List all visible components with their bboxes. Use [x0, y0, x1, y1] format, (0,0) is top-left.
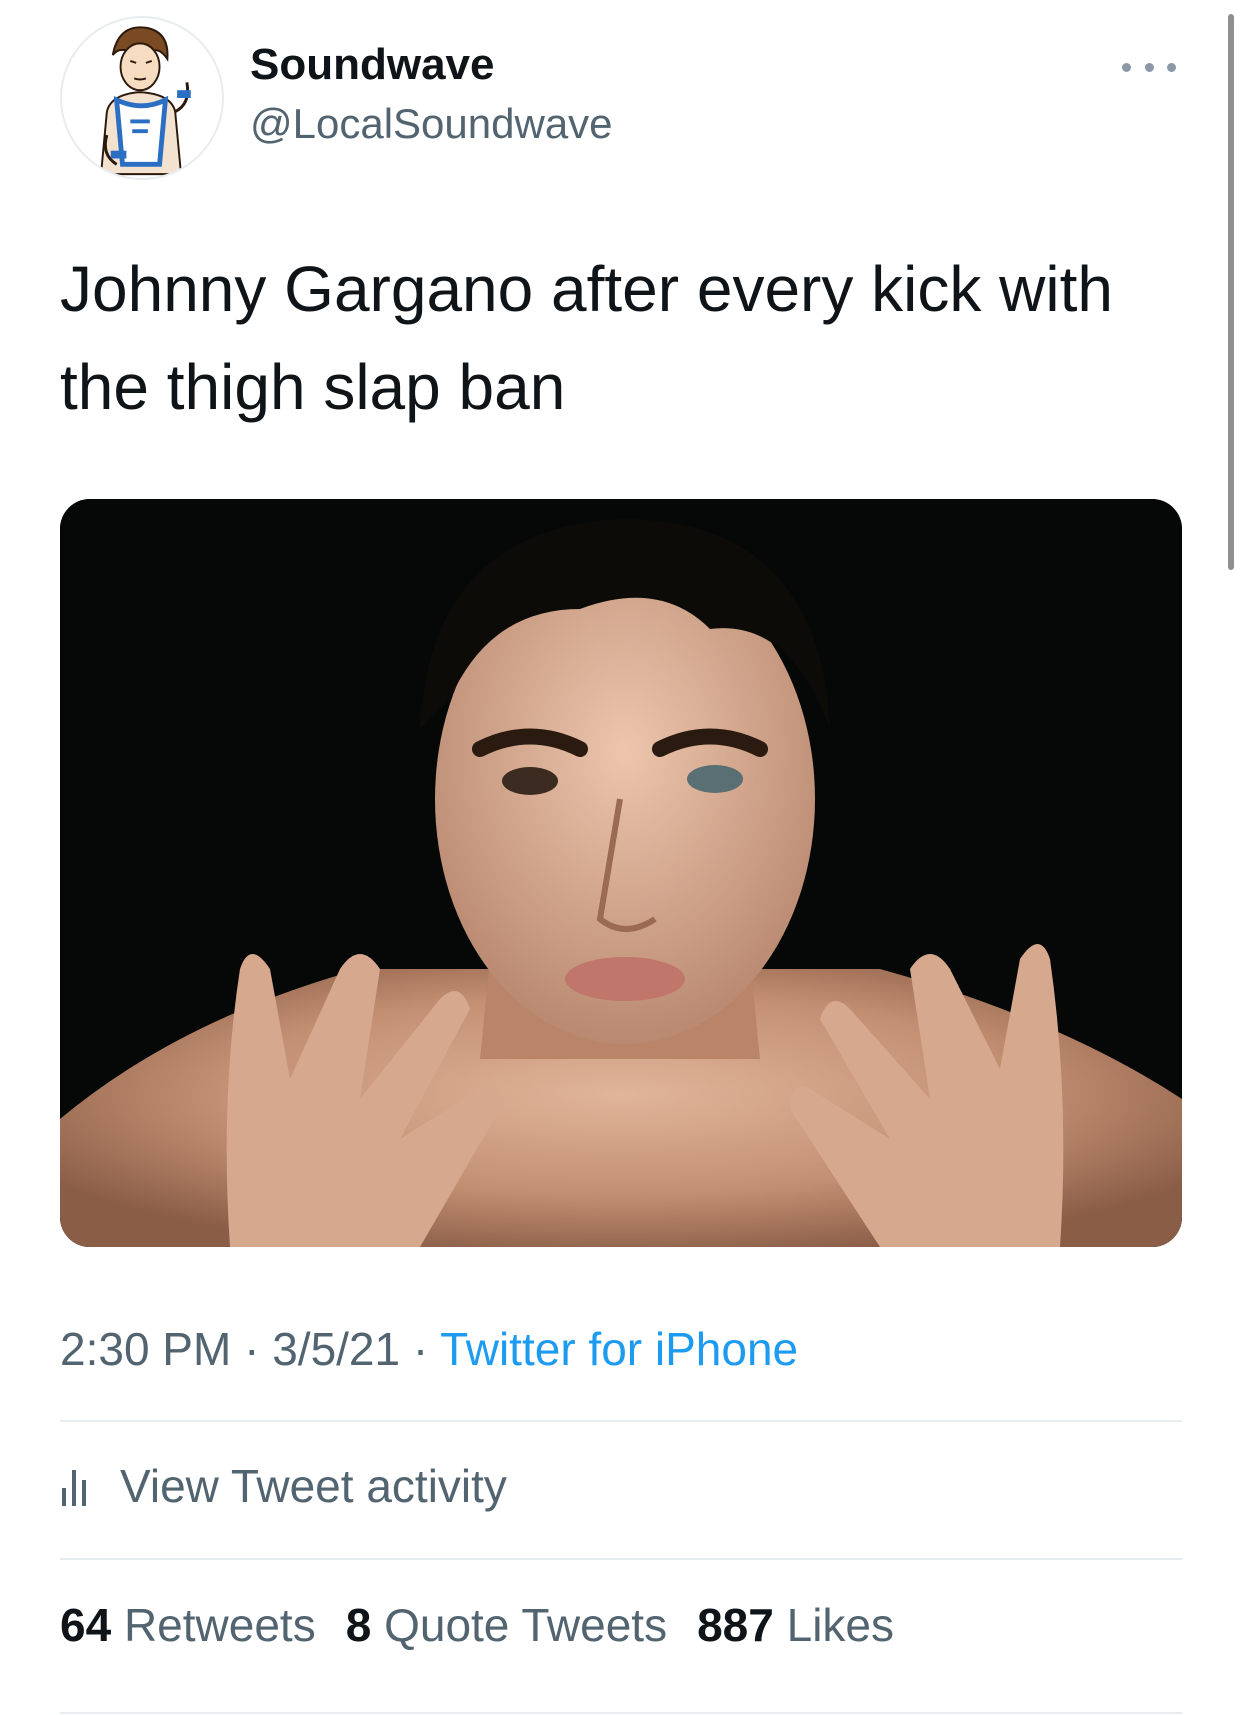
divider — [60, 1712, 1182, 1714]
display-name[interactable]: Soundwave — [250, 40, 495, 90]
retweets-label: Retweets — [123, 1599, 316, 1651]
shirtless-man-reaching-hands-photo-icon — [60, 499, 1182, 1247]
retweets-count: 64 — [60, 1599, 112, 1651]
retweets-stat[interactable]: 64 Retweets — [60, 1598, 316, 1652]
user-handle[interactable]: @LocalSoundwave — [250, 100, 613, 148]
tweet-date: 3/5/21 — [272, 1323, 401, 1375]
scrollbar[interactable] — [1228, 14, 1234, 570]
separator: · — [244, 1323, 260, 1375]
tweet-stats: 64 Retweets 8 Quote Tweets 887 Likes — [60, 1598, 894, 1652]
likes-count: 887 — [697, 1599, 774, 1651]
view-tweet-activity-label: View Tweet activity — [120, 1460, 507, 1512]
divider — [60, 1420, 1182, 1422]
avatar[interactable] — [60, 16, 224, 180]
quote-tweets-label: Quote Tweets — [384, 1599, 668, 1651]
dot — [1144, 62, 1154, 72]
bar-chart-icon — [62, 1470, 86, 1506]
separator: · — [412, 1323, 429, 1375]
quote-tweets-count: 8 — [345, 1599, 372, 1651]
view-tweet-activity-button[interactable]: View Tweet activity — [60, 1458, 507, 1514]
likes-stat[interactable]: 887 Likes — [697, 1598, 894, 1652]
tweet-source-link[interactable]: Twitter for iPhone — [440, 1323, 798, 1375]
tweet-meta: 2:30 PM · 3/5/21 · Twitter for iPhone — [60, 1322, 798, 1376]
quote-tweets-stat[interactable]: 8 Quote Tweets — [346, 1598, 667, 1652]
likes-label: Likes — [786, 1599, 894, 1651]
tweet-time: 2:30 PM — [60, 1323, 232, 1375]
cartoon-wrestler-avatar-icon — [63, 19, 221, 177]
dot — [1122, 62, 1131, 72]
divider — [60, 1558, 1182, 1560]
tweet-image[interactable] — [60, 499, 1182, 1247]
more-options-icon[interactable] — [1122, 50, 1176, 84]
dot — [1167, 62, 1176, 72]
tweet-text: Johnny Gargano after every kick with the… — [60, 253, 1113, 423]
